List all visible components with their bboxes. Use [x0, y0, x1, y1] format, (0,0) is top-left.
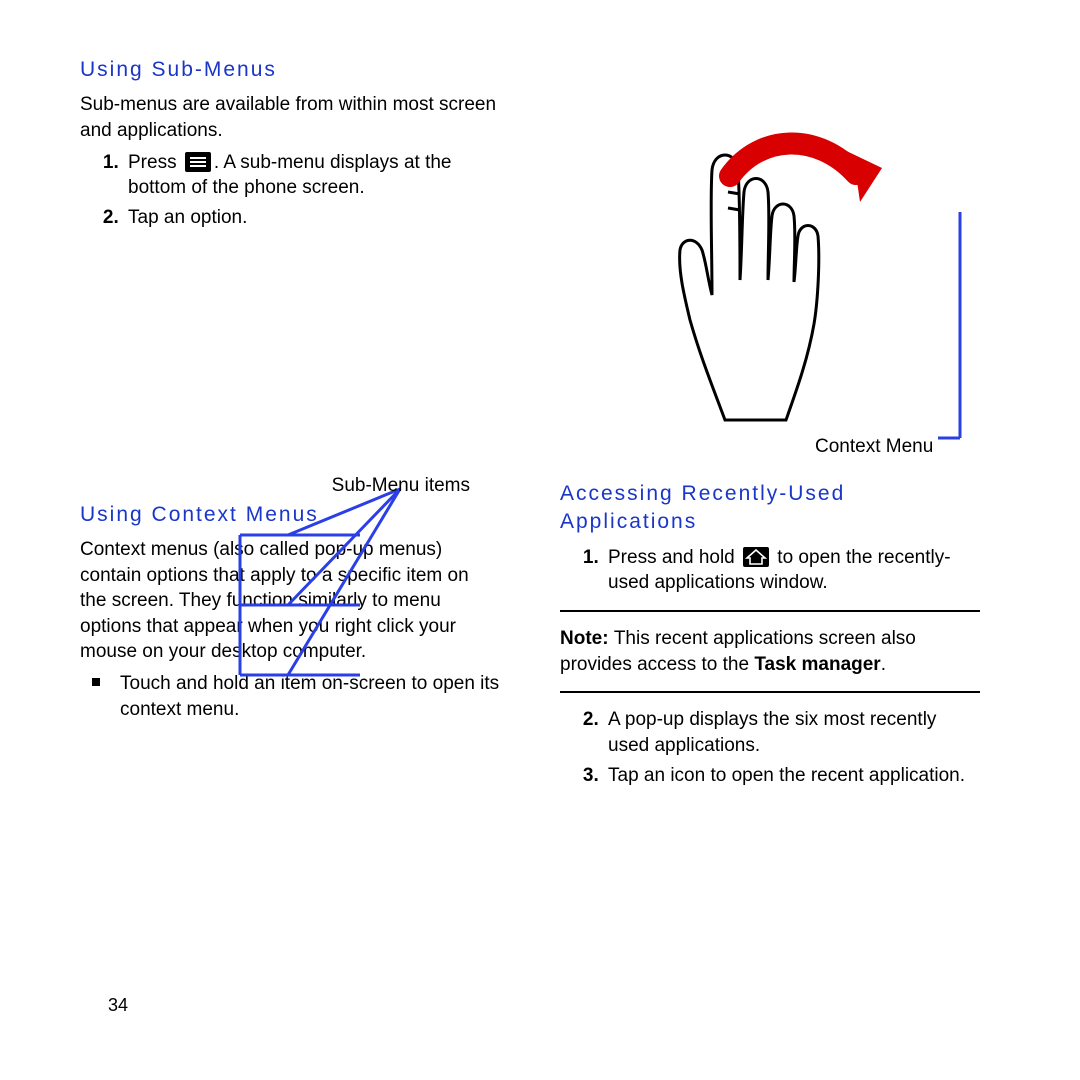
note-label: Note: [560, 628, 614, 649]
submenu-step-1a: Press [128, 152, 182, 173]
heading-using-sub-menus: Using Sub-Menus [80, 56, 500, 84]
recent-steps-b: A pop-up displays the six most recently … [560, 707, 980, 788]
submenus-intro: Sub-menus are available from within most… [80, 92, 500, 143]
recent-step-3: Tap an icon to open the recent applicati… [604, 763, 980, 789]
recent-step-2: A pop-up displays the six most recently … [604, 707, 980, 758]
menu-key-icon [185, 152, 211, 172]
note-rule-top [560, 610, 980, 612]
figure-context-label: Context Menu [815, 436, 933, 458]
recent-steps-a: Press and hold to open the recently-used… [560, 545, 980, 596]
recent-step-1a: Press and hold [608, 547, 740, 568]
figure-submenu-label: Sub-Menu items [332, 475, 470, 497]
submenu-steps: Press . A sub-menu displays at the botto… [80, 150, 500, 231]
submenu-step-2: Tap an option. [124, 205, 500, 231]
recent-step-1: Press and hold to open the recently-used… [604, 545, 980, 596]
page-number: 34 [108, 995, 128, 1016]
figure-submenu: Sub-Menu items [170, 475, 470, 725]
figure-context: Context Menu [560, 120, 980, 460]
heading-recent-apps: Accessing Recently-Used Applications [560, 480, 980, 537]
right-column: Accessing Recently-Used Applications Pre… [560, 480, 980, 798]
home-key-icon [743, 547, 769, 567]
figure-context-svg [560, 120, 980, 460]
note-tail: . [881, 654, 886, 675]
task-manager-label: Task manager [754, 654, 880, 675]
submenu-step-1: Press . A sub-menu displays at the botto… [124, 150, 500, 201]
note-rule-bottom [560, 691, 980, 693]
figure-submenu-svg [170, 475, 470, 725]
note-block: Note: This recent applications screen al… [560, 626, 980, 677]
manual-page: Using Sub-Menus Sub-menus are available … [0, 0, 1080, 1080]
